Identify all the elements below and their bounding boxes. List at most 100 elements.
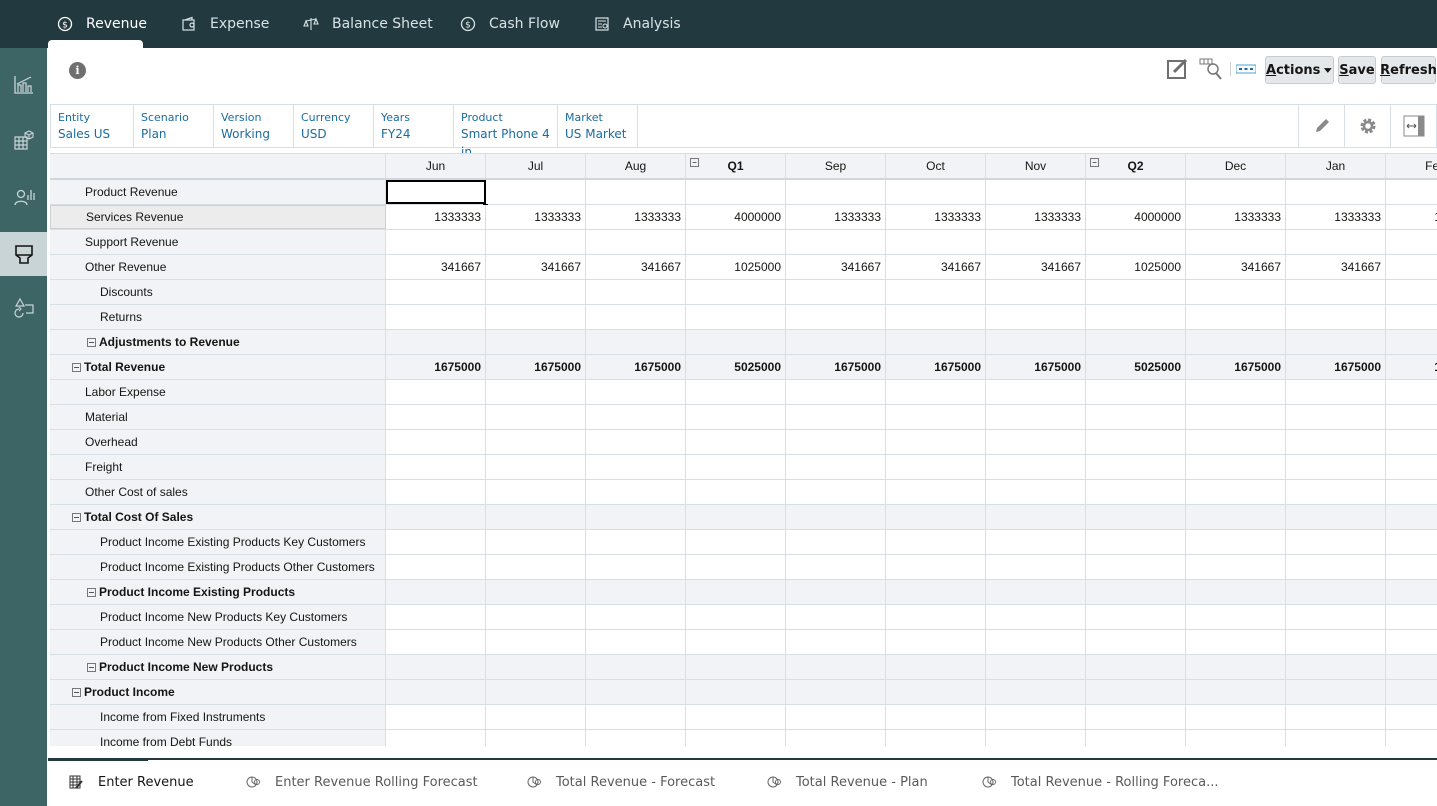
data-cell[interactable] [1086,705,1186,729]
data-cell[interactable] [986,680,1086,704]
data-cell[interactable] [1186,505,1286,529]
data-cell[interactable] [1386,180,1437,204]
data-cell[interactable] [786,405,886,429]
data-cell[interactable] [586,280,686,304]
data-cell[interactable] [1386,505,1437,529]
data-cell[interactable] [586,380,686,404]
data-cell[interactable] [586,555,686,579]
data-cell[interactable] [986,380,1086,404]
collapse-toggle-icon[interactable]: − [690,158,699,167]
row-header[interactable]: Other Cost of sales [50,480,386,504]
sidebar-item-data[interactable] [0,120,47,160]
data-cell[interactable] [1186,455,1286,479]
data-cell[interactable] [586,730,686,746]
data-cell[interactable] [1086,505,1186,529]
data-cell[interactable] [386,380,486,404]
data-cell[interactable] [786,580,886,604]
row-header[interactable]: Services Revenue [50,205,386,229]
row-header[interactable]: Support Revenue [50,230,386,254]
form-tab-enter-revenue-rolling-forecast[interactable]: Enter Revenue Rolling Forecast [245,772,478,792]
data-cell[interactable] [586,505,686,529]
data-cell[interactable] [1286,730,1386,746]
data-cell[interactable] [686,455,786,479]
data-cell[interactable] [686,405,786,429]
data-cell[interactable] [1186,280,1286,304]
data-cell[interactable] [686,180,786,204]
data-cell[interactable] [1086,405,1186,429]
data-cell[interactable] [586,305,686,329]
data-cell[interactable] [486,405,586,429]
pov-years[interactable]: Years FY24 [374,105,454,147]
data-cell[interactable] [1186,630,1286,654]
row-header[interactable]: Product Income New Products Key Customer… [50,605,386,629]
data-cell[interactable] [986,655,1086,679]
refresh-button[interactable]: Refresh [1380,56,1437,84]
data-cell[interactable] [1286,430,1386,454]
data-cell[interactable] [686,630,786,654]
data-cell[interactable]: 1675000 [1186,355,1286,379]
column-header-oct[interactable]: Oct [886,154,986,178]
data-cell[interactable] [1286,180,1386,204]
data-cell[interactable] [1386,455,1437,479]
data-cell[interactable] [486,705,586,729]
data-cell[interactable] [386,230,486,254]
data-cell[interactable] [686,230,786,254]
data-cell[interactable] [386,605,486,629]
row-header[interactable]: Product Income New Products [50,655,386,679]
data-cell[interactable] [1386,380,1437,404]
data-cell[interactable] [486,430,586,454]
data-cell[interactable]: 1025000 [686,255,786,279]
edit-pov-button[interactable] [1298,105,1344,147]
form-tab-total-revenue-rolling-forecast[interactable]: Total Revenue - Rolling Foreca... [981,772,1218,792]
data-cell[interactable]: 341667 [1186,255,1286,279]
data-cell[interactable] [686,605,786,629]
pov-scenario[interactable]: Scenario Plan [134,105,214,147]
collapse-toggle-icon[interactable] [87,662,96,672]
data-cell[interactable] [886,580,986,604]
row-header[interactable]: Returns [50,305,386,329]
data-cell[interactable] [786,305,886,329]
data-cell[interactable] [386,555,486,579]
data-cell[interactable] [886,605,986,629]
data-cell[interactable] [1186,430,1286,454]
collapse-toggle-icon[interactable]: − [1090,158,1099,167]
data-cell[interactable] [886,230,986,254]
data-cell[interactable] [1286,280,1386,304]
data-cell[interactable] [1186,705,1286,729]
data-cell[interactable]: 1333333 [886,205,986,229]
data-cell[interactable] [786,605,886,629]
data-cell[interactable] [486,580,586,604]
data-cell[interactable] [986,705,1086,729]
row-header[interactable]: Freight [50,455,386,479]
data-cell[interactable]: 1675000 [886,355,986,379]
data-cell[interactable] [1086,630,1186,654]
row-header[interactable]: Income from Debt Funds [50,730,386,746]
actions-button[interactable]: Actions [1265,56,1334,84]
data-cell[interactable]: 1675000 [1386,355,1437,379]
data-cell[interactable] [1386,705,1437,729]
data-cell[interactable] [786,555,886,579]
data-cell[interactable] [1386,280,1437,304]
data-cell[interactable] [886,430,986,454]
data-cell[interactable] [486,180,586,204]
data-cell[interactable] [1086,380,1186,404]
data-cell[interactable] [686,380,786,404]
data-cell[interactable] [886,305,986,329]
data-cell[interactable] [1286,455,1386,479]
row-header[interactable]: Total Revenue [50,355,386,379]
data-cell[interactable]: 1333333 [786,205,886,229]
data-cell[interactable] [886,180,986,204]
data-cell[interactable] [986,605,1086,629]
data-cell[interactable] [886,530,986,554]
data-cell[interactable] [586,580,686,604]
collapse-toggle-icon[interactable] [87,587,96,597]
save-button[interactable]: Save [1338,56,1376,84]
data-cell[interactable] [1286,305,1386,329]
data-cell[interactable] [686,705,786,729]
data-cell[interactable] [1086,655,1186,679]
data-cell[interactable] [1386,405,1437,429]
data-cell[interactable] [886,505,986,529]
data-cell[interactable] [1386,330,1437,354]
data-cell[interactable]: 341667 [586,255,686,279]
data-cell[interactable] [1086,605,1186,629]
